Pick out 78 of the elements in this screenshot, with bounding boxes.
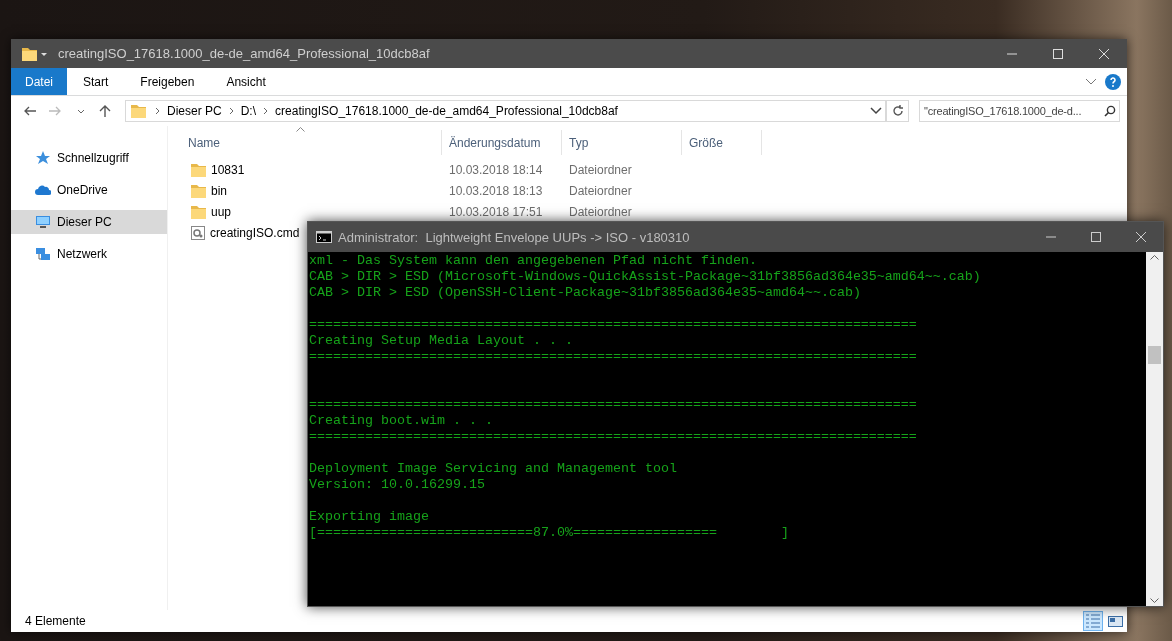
console-line: ============================================================================ [309, 429, 918, 445]
modified-date: 10.03.2018 17:51 [448, 204, 544, 219]
refresh-button[interactable] [887, 100, 909, 122]
file-name[interactable]: 10831 [190, 161, 245, 178]
breadcrumb-link[interactable]: creatingISO_17618.1000_de-de_amd64_Professional_10dcb8af [272, 104, 621, 118]
close-icon [1099, 48, 1109, 59]
file-type: Dateiordner [568, 204, 633, 219]
ribbon-tab[interactable]: Datei [11, 68, 67, 95]
console-line: CAB > DIR > ESD (OpenSSH-Client-Package~31bf3856ad364e35~amd64~~.cab) [309, 285, 862, 301]
console-line: ============================================================================ [309, 397, 918, 413]
maximize-icon [1090, 232, 1101, 242]
console-line: Version: 10.0.16299.15 [309, 477, 486, 493]
column-header[interactable]: Name [180, 130, 442, 155]
window-title: Administrator: Lightweight Envelope UUPs -> ISO - v180310 [338, 229, 690, 245]
console-line: [===========================87.0%================== ] [309, 525, 790, 541]
script-file-icon [190, 224, 206, 241]
tiles-view-icon [1107, 613, 1123, 629]
address-bar[interactable]: Dieser PC D:\ creatingISO_17618.1000_de-de_amd64_Professional_10dcb8af [125, 100, 887, 122]
scrollbar-thumb[interactable] [1148, 346, 1161, 364]
breadcrumb-link[interactable]: Dieser PC [164, 104, 225, 118]
close-icon [1135, 232, 1146, 242]
chevron-icon [155, 107, 160, 115]
maximize-icon [1053, 48, 1063, 59]
network-icon [35, 246, 51, 262]
search-field[interactable]: "creatingISO_17618.1000_de-d... [919, 100, 1120, 122]
help-icon[interactable] [1105, 73, 1121, 90]
column-header[interactable]: Größe [682, 130, 762, 155]
refresh-icon [891, 105, 904, 117]
up-icon [98, 105, 112, 117]
chevron-icon [228, 107, 234, 115]
search-icon[interactable] [1104, 105, 1116, 117]
console-line: Creating Setup Media Layout . . . [309, 333, 574, 349]
console-icon [316, 231, 332, 243]
scroll-down-icon[interactable] [1150, 598, 1159, 603]
console-line: Creating boot.wim . . . [309, 413, 494, 429]
chevron-icon [870, 107, 882, 115]
file-name[interactable]: uup [190, 203, 232, 220]
dropdown-button[interactable] [867, 101, 886, 121]
file-type: Dateiordner [568, 183, 633, 198]
column-header[interactable]: Änderungsdatum [442, 130, 562, 155]
console-line: ============================================================================ [309, 317, 918, 333]
folder-icon [130, 103, 147, 119]
sidebar-item[interactable]: OneDrive [11, 178, 167, 202]
console-line: Exporting image [309, 509, 430, 525]
ribbon-tab[interactable]: Ansicht [210, 68, 282, 95]
folder-icon [21, 45, 38, 62]
ribbon-tab[interactable]: Start [67, 68, 125, 95]
ribbon-tab[interactable]: Freigeben [124, 68, 211, 95]
forward-icon [48, 105, 62, 117]
modified-date: 10.03.2018 18:14 [448, 162, 544, 177]
sidebar-item[interactable]: Schnellzugriff [11, 146, 167, 170]
window-title: creatingISO_17618.1000_de-de_amd64_Professional_10dcb8af [58, 46, 430, 61]
file-name[interactable]: bin [190, 182, 227, 199]
sidebar-item[interactable]: Netzwerk [11, 242, 167, 266]
column-header[interactable]: Typ [562, 130, 682, 155]
file-type: Dateiordner [568, 162, 633, 177]
console-line: xml - Das System kann den angegebenen Pfad nicht finden. [309, 253, 758, 269]
folder-icon [190, 182, 207, 199]
details-view-button[interactable] [1083, 611, 1103, 631]
console-line: ============================================================================ [309, 349, 918, 365]
chevron-icon [263, 107, 269, 115]
folder-icon [190, 161, 207, 178]
scrollbar[interactable] [1146, 252, 1163, 606]
sort-caret-icon [296, 127, 305, 132]
folder-icon [190, 203, 207, 220]
back-icon [23, 105, 37, 117]
computer-icon [35, 214, 51, 230]
file-name[interactable]: creatingISO.cmd [190, 224, 300, 241]
breadcrumb-link[interactable]: D:\ [237, 104, 260, 118]
star-icon [35, 150, 51, 166]
sidebar-item[interactable]: Dieser PC [11, 210, 167, 234]
item-count: 4 Elemente [25, 614, 86, 628]
console-line: CAB > DIR > ESD (Microsoft-Windows-QuickAssist-Package~31bf3856ad364e35~amd64~~.cab) [309, 269, 982, 285]
details-view-icon [1085, 613, 1101, 629]
modified-date: 10.03.2018 18:13 [448, 183, 544, 198]
chevron-icon[interactable] [1085, 77, 1097, 86]
scroll-up-icon[interactable] [1150, 255, 1159, 260]
console-line: Deployment Image Servicing and Management tool [309, 461, 678, 477]
